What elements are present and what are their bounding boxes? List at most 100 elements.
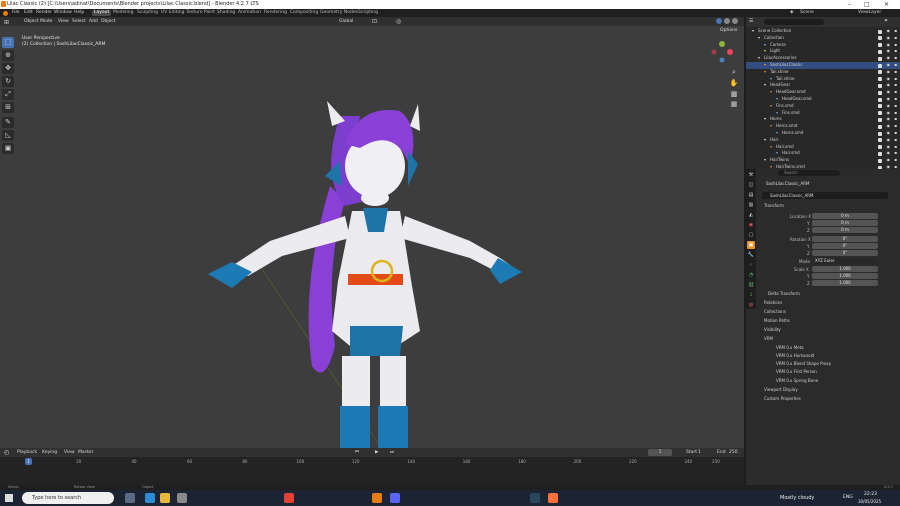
- cursor-icon[interactable]: ⊕: [2, 50, 14, 61]
- menu-window[interactable]: Window: [54, 9, 72, 17]
- zoom-icon[interactable]: ⌕: [728, 68, 740, 78]
- rotation-x-field[interactable]: 0°: [812, 236, 878, 242]
- visibility-eye-icon[interactable]: ◉: [887, 35, 891, 42]
- exclude-checkbox[interactable]: [878, 77, 882, 82]
- outliner-row[interactable]: ▾ SashLilacClassic ◉ ▪: [746, 62, 900, 69]
- properties-search-input[interactable]: Search: [778, 170, 840, 176]
- exclude-checkbox[interactable]: [878, 151, 882, 156]
- file-explorer-icon[interactable]: [160, 493, 170, 503]
- camera-view-icon[interactable]: ▩: [728, 90, 740, 100]
- outliner-row[interactable]: ▾ Camera ◉ ▪: [746, 42, 900, 49]
- view-layer-tab-icon[interactable]: ▥: [747, 201, 755, 209]
- render-camera-icon[interactable]: ▪: [894, 157, 897, 164]
- outliner-editor-icon[interactable]: ☰: [749, 18, 753, 24]
- outliner-row[interactable]: ▾ Tail.shine ◉ ▪: [746, 76, 900, 83]
- tab-scripting[interactable]: Scripting: [356, 10, 380, 16]
- start-field[interactable]: 1: [698, 448, 701, 457]
- render-camera-icon[interactable]: ▪: [894, 116, 897, 123]
- collections-section[interactable]: Collections: [764, 309, 786, 314]
- output-tab-icon[interactable]: ▤: [747, 191, 755, 199]
- outliner-panel[interactable]: ☰ ⏷ ▾ Scene Collection ◉ ▪ ▾ Collection ◉ ▪ ▾ Cam…: [746, 17, 900, 169]
- windows-start-icon[interactable]: [5, 494, 13, 502]
- marker-menu[interactable]: Marker: [78, 448, 94, 457]
- outliner-row[interactable]: ▾ Light ◉ ▪: [746, 48, 900, 55]
- render-camera-icon[interactable]: ▪: [894, 62, 897, 69]
- visibility-eye-icon[interactable]: ◉: [887, 150, 891, 157]
- menu-edit[interactable]: Edit: [24, 9, 33, 17]
- playback-menu[interactable]: Playback: [17, 448, 37, 457]
- task-view-icon[interactable]: [125, 493, 135, 503]
- steam-icon[interactable]: [530, 493, 540, 503]
- exclude-checkbox[interactable]: [878, 104, 882, 109]
- visibility-section[interactable]: Visibility: [764, 327, 781, 332]
- outliner-row[interactable]: ▾ HeadGear.smd ◉ ▪: [746, 96, 900, 103]
- outliner-row[interactable]: ▾ Hair.smd ◉ ▪: [746, 150, 900, 157]
- outliner-row[interactable]: ▾ Fins.smd ◉ ▪: [746, 103, 900, 110]
- visibility-eye-icon[interactable]: ◉: [887, 110, 891, 117]
- render-camera-icon[interactable]: ▪: [894, 103, 897, 110]
- tool-tab-icon[interactable]: ⚒: [747, 171, 755, 179]
- scale-y-field[interactable]: 1.000: [812, 273, 878, 279]
- visibility-eye-icon[interactable]: ◉: [887, 144, 891, 151]
- visibility-eye-icon[interactable]: ◉: [887, 42, 891, 49]
- vrm-meta[interactable]: VRM 0.x Meta: [776, 345, 804, 350]
- exclude-checkbox[interactable]: [878, 43, 882, 48]
- outliner-row[interactable]: ▾ Hair ◉ ▪: [746, 137, 900, 144]
- outliner-row[interactable]: ▾ HeadGear ◉ ▪: [746, 82, 900, 89]
- language-indicator[interactable]: ENG: [843, 495, 853, 500]
- render-camera-icon[interactable]: ▪: [894, 35, 897, 42]
- minimize-icon[interactable]: –: [848, 0, 851, 9]
- rotation-z-field[interactable]: 0°: [812, 250, 878, 256]
- object-menu[interactable]: Object: [101, 17, 116, 26]
- modifier-tab-icon[interactable]: 🔧: [747, 251, 755, 259]
- visibility-eye-icon[interactable]: ◉: [887, 28, 891, 35]
- scale-z-field[interactable]: 1.000: [812, 280, 878, 286]
- exclude-checkbox[interactable]: [878, 63, 882, 68]
- menu-file[interactable]: File: [12, 9, 20, 17]
- blender-taskbar-icon[interactable]: [372, 493, 382, 503]
- visibility-eye-icon[interactable]: ◉: [887, 62, 891, 69]
- playhead[interactable]: 1: [25, 458, 32, 465]
- edge-icon[interactable]: [145, 493, 155, 503]
- constraints-tab-icon[interactable]: ⛓: [747, 281, 755, 289]
- visibility-eye-icon[interactable]: ◉: [887, 116, 891, 123]
- render-camera-icon[interactable]: ▪: [894, 42, 897, 49]
- tab-modeling[interactable]: Modeling: [111, 10, 135, 16]
- render-camera-icon[interactable]: ▪: [894, 123, 897, 130]
- exclude-checkbox[interactable]: [878, 97, 882, 102]
- mode-selector[interactable]: Object Mode: [24, 17, 52, 26]
- outliner-row[interactable]: ▾ Scene Collection ◉ ▪: [746, 28, 900, 35]
- blender-menu-icon[interactable]: [3, 11, 8, 16]
- render-camera-icon[interactable]: ▪: [894, 48, 897, 55]
- outliner-row[interactable]: ▾ Horns.smd ◉ ▪: [746, 123, 900, 130]
- add-cube-icon[interactable]: ▣: [2, 143, 14, 154]
- exclude-checkbox[interactable]: [878, 145, 882, 150]
- outliner-row[interactable]: ▾ Tail.shine ◉ ▪: [746, 69, 900, 76]
- add-menu[interactable]: Add: [89, 17, 98, 26]
- weather-text[interactable]: Mostly cloudy: [780, 495, 814, 501]
- relations-section[interactable]: Relations: [764, 300, 782, 305]
- collection-tab-icon[interactable]: ▢: [747, 231, 755, 239]
- shading-rendered-icon[interactable]: [732, 18, 738, 24]
- transform-section[interactable]: Transform: [764, 203, 784, 208]
- vrm-spring-bone[interactable]: VRM 0.x Spring Bone: [776, 378, 818, 383]
- visibility-eye-icon[interactable]: ◉: [887, 96, 891, 103]
- visibility-eye-icon[interactable]: ◉: [887, 130, 891, 137]
- move-icon[interactable]: ✥: [2, 63, 14, 74]
- tab-sculpting[interactable]: Sculpting: [135, 10, 160, 16]
- select-box-icon[interactable]: ⬚: [2, 37, 14, 48]
- view-menu-timeline[interactable]: View: [64, 448, 75, 457]
- end-field[interactable]: 250: [729, 448, 738, 457]
- view-layer-selector[interactable]: ViewLayer: [858, 9, 881, 17]
- frame-ruler[interactable]: 120406080100120140160180200220240250: [22, 458, 722, 466]
- pan-hand-icon[interactable]: ✋: [728, 79, 740, 89]
- chrome-icon[interactable]: [284, 493, 294, 503]
- render-camera-icon[interactable]: ▪: [894, 150, 897, 157]
- 3d-viewport[interactable]: [0, 26, 744, 448]
- vrm-first-person[interactable]: VRM 0.x First Person: [776, 369, 817, 374]
- outliner-row[interactable]: ▾ Hair.smd ◉ ▪: [746, 144, 900, 151]
- delta-transform-section[interactable]: Delta Transform: [768, 291, 800, 296]
- keying-menu[interactable]: Keying: [42, 448, 57, 457]
- visibility-eye-icon[interactable]: ◉: [887, 82, 891, 89]
- snap-icon[interactable]: ⊡: [372, 17, 377, 26]
